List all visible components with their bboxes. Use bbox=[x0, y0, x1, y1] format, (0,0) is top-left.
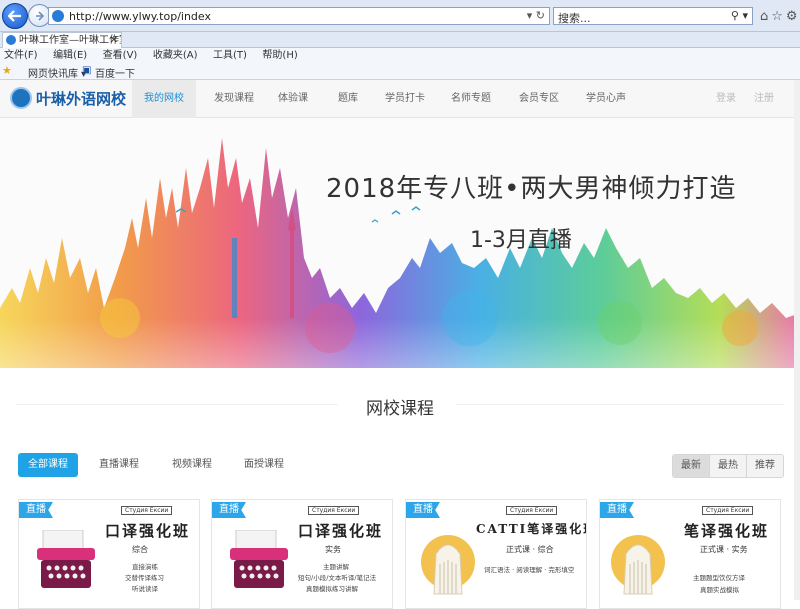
menu-bar: 文件(F) 编辑(E) 查看(V) 收藏夹(A) 工具(T) 帮助(H) bbox=[0, 48, 800, 62]
address-bar[interactable]: http://www.ylwy.top/index ▾ ↻ bbox=[48, 7, 550, 25]
nav-my-school[interactable]: 我的网校 bbox=[132, 80, 196, 118]
menu-favorites[interactable]: 收藏夹(A) bbox=[153, 50, 198, 61]
search-box[interactable]: 搜索... ⚲ ▾ bbox=[553, 7, 753, 25]
typewriter-icon bbox=[37, 530, 95, 588]
site-header: 叶琳外语网校 我的网校 发现课程 体验课 题库 学员打卡 名师专题 会员专区 学… bbox=[0, 80, 800, 118]
live-badge: 直播 bbox=[19, 502, 53, 518]
course-title: CATTI笔译强化班 bbox=[476, 522, 587, 536]
nav-question-bank[interactable]: 题库 bbox=[330, 80, 366, 118]
course-card[interactable]: 直播 Студия Ексии 口译强化班 实务 主题讲解 短句/小段/文本听译… bbox=[211, 499, 393, 609]
browser-toolbar: http://www.ylwy.top/index ▾ ↻ 搜索... ⚲ ▾ … bbox=[0, 0, 800, 32]
live-badge: 直播 bbox=[406, 502, 440, 518]
studio-tag: Студия Ексии bbox=[702, 506, 754, 515]
favorite-webslice[interactable]: 网页快讯库 ▾ bbox=[28, 65, 86, 80]
menu-view[interactable]: 查看(V) bbox=[103, 50, 138, 61]
filter-offline-courses[interactable]: 面授课程 bbox=[244, 453, 284, 477]
search-input[interactable]: 搜索... bbox=[558, 10, 591, 26]
course-subtitle: 正式课 · 综合 bbox=[506, 545, 554, 554]
portrait-illustration-icon bbox=[421, 535, 475, 595]
course-title: 口译强化班 bbox=[105, 522, 191, 540]
course-detail-line: 主题讲解 bbox=[323, 563, 349, 571]
course-card[interactable]: 直播 Студия Ексии 笔译强化班 正式课 · 实务 主题题型饮仅方译 … bbox=[599, 499, 781, 609]
course-detail-line: 直接演练 bbox=[132, 563, 158, 571]
watercolor-skyline-illustration bbox=[0, 138, 800, 368]
baidu-icon: ▣ bbox=[82, 65, 92, 76]
page-scrollbar[interactable] bbox=[794, 80, 800, 600]
nav-testimonials[interactable]: 学员心声 bbox=[581, 80, 631, 118]
tab-favicon-icon bbox=[6, 35, 16, 45]
site-favicon-icon bbox=[52, 10, 64, 22]
course-card[interactable]: 直播 Студия Ексии CATTI笔译强化班 正式课 · 综合 词汇语法… bbox=[405, 499, 587, 609]
login-link[interactable]: 登录 bbox=[716, 80, 736, 118]
register-link[interactable]: 注册 bbox=[754, 80, 774, 118]
course-subtitle: 正式课 · 实务 bbox=[700, 545, 748, 554]
favorites-bar: ★ 网页快讯库 ▾ ▣ 百度一下 bbox=[0, 62, 800, 80]
typewriter-icon bbox=[230, 530, 288, 588]
tab-strip: 叶琳工作室—叶琳工作室,叶... ✕ bbox=[0, 32, 800, 48]
course-detail-line: 短句/小段/文本听译/笔记法 bbox=[298, 574, 377, 582]
forward-arrow-icon bbox=[35, 10, 44, 21]
filter-video-courses[interactable]: 视频课程 bbox=[172, 453, 212, 477]
section-title: 网校课程 bbox=[366, 399, 434, 419]
refresh-icon[interactable]: ▾ ↻ bbox=[527, 9, 545, 22]
course-card[interactable]: 直播 Студия Ексии 口译强化班 综合 直接演练 交替传译练习 听说读… bbox=[18, 499, 200, 609]
live-badge: 直播 bbox=[600, 502, 634, 518]
course-title: 笔译强化班 bbox=[684, 522, 770, 540]
filter-live-courses[interactable]: 直播课程 bbox=[99, 453, 139, 477]
back-arrow-icon bbox=[8, 10, 21, 22]
address-text[interactable]: http://www.ylwy.top/index bbox=[69, 10, 211, 23]
back-button[interactable] bbox=[2, 3, 28, 29]
menu-help[interactable]: 帮助(H) bbox=[262, 50, 297, 61]
home-star-gear-icons[interactable]: ⌂☆⚙ bbox=[760, 9, 800, 24]
course-subtitle: 综合 bbox=[132, 545, 148, 554]
nav-member-zone[interactable]: 会员专区 bbox=[514, 80, 564, 118]
course-detail-line: 真题实战模拟 bbox=[700, 586, 739, 594]
course-detail-line: 真题模拟练习讲解 bbox=[306, 585, 358, 593]
search-icon[interactable]: ⚲ ▾ bbox=[731, 9, 748, 22]
logo-text: 叶琳外语网校 bbox=[36, 89, 127, 108]
browser-tab[interactable]: 叶琳工作室—叶琳工作室,叶... ✕ bbox=[2, 32, 122, 48]
logo-emblem-icon bbox=[10, 87, 32, 109]
tab-title: 叶琳工作室—叶琳工作室,叶... bbox=[19, 35, 121, 46]
menu-file[interactable]: 文件(F) bbox=[4, 50, 38, 61]
nav-trial-class[interactable]: 体验课 bbox=[268, 80, 318, 118]
portrait-illustration-icon bbox=[611, 535, 665, 595]
live-badge: 直播 bbox=[212, 502, 246, 518]
sort-toggle: 最新 最热 推荐 bbox=[672, 454, 784, 478]
course-detail-line: 词汇语法 · 阅读理解 · 完形填空 bbox=[484, 566, 575, 574]
sort-hottest[interactable]: 最热 bbox=[710, 455, 747, 477]
close-tab-icon[interactable]: ✕ bbox=[110, 33, 118, 48]
course-detail-line: 听说读译 bbox=[132, 585, 158, 593]
banner-subtitle: 1-3月直播 bbox=[470, 228, 572, 253]
menu-edit[interactable]: 编辑(E) bbox=[53, 50, 87, 61]
nav-teacher-topics[interactable]: 名师专题 bbox=[446, 80, 496, 118]
nav-checkin[interactable]: 学员打卡 bbox=[380, 80, 430, 118]
menu-tools[interactable]: 工具(T) bbox=[213, 50, 247, 61]
banner-title: 2018年专八班•两大男神倾力打造 bbox=[326, 174, 737, 204]
sort-recommended[interactable]: 推荐 bbox=[747, 455, 783, 477]
site-logo[interactable]: 叶琳外语网校 bbox=[10, 87, 126, 109]
studio-tag: Студия Ексии bbox=[308, 506, 360, 515]
promo-banner[interactable]: 2018年专八班•两大男神倾力打造 1-3月直播 bbox=[0, 118, 800, 368]
sort-newest[interactable]: 最新 bbox=[673, 455, 710, 477]
course-subtitle: 实务 bbox=[325, 545, 341, 554]
course-title: 口译强化班 bbox=[298, 522, 384, 540]
favorite-baidu[interactable]: 百度一下 bbox=[95, 65, 135, 80]
section-divider-right bbox=[456, 404, 784, 405]
course-detail-line: 主题题型饮仅方译 bbox=[693, 574, 745, 582]
nav-discover-courses[interactable]: 发现课程 bbox=[204, 80, 264, 118]
studio-tag: Студия Ексии bbox=[506, 506, 558, 515]
studio-tag: Студия Ексии bbox=[121, 506, 173, 515]
course-detail-line: 交替传译练习 bbox=[125, 574, 164, 582]
favorites-star-icon[interactable]: ★ bbox=[2, 64, 12, 77]
filter-all-courses[interactable]: 全部课程 bbox=[18, 453, 78, 477]
